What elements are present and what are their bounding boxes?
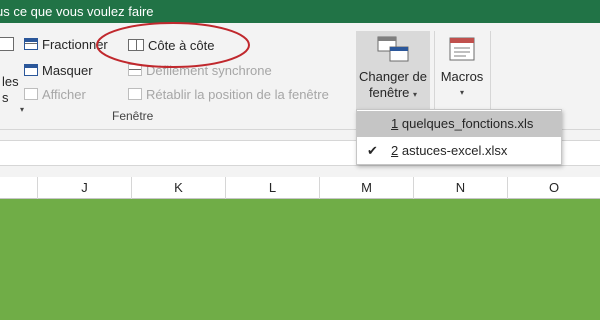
chevron-down-icon: ▾ — [459, 88, 464, 97]
column-header[interactable]: K — [132, 177, 226, 199]
menu-item-window-2[interactable]: ✔ 2 astuces-excel.xlsx — [357, 138, 561, 164]
checkmark-icon: ✔ — [367, 143, 378, 158]
afficher-label: Afficher — [42, 86, 86, 102]
switch-windows-icon — [377, 36, 409, 62]
hide-window-icon — [24, 64, 38, 76]
menu-item-number: 1 — [391, 116, 399, 131]
reset-window-position-icon — [128, 88, 142, 100]
cote-a-cote-button[interactable]: Côte à côte — [128, 35, 215, 55]
defilement-label: Défilement synchrone — [146, 62, 272, 78]
tell-me-text: us ce que vous voulez faire — [0, 4, 154, 19]
changer-de-fenetre-button[interactable]: Changer de fenêtre ▾ — [356, 31, 430, 109]
column-header[interactable]: M — [320, 177, 414, 199]
column-header[interactable]: L — [226, 177, 320, 199]
changer-label-line1: Changer de — [359, 69, 427, 84]
synchronous-scrolling-icon — [128, 64, 142, 76]
chevron-down-icon: ▾ — [413, 90, 418, 99]
masquer-label: Masquer — [42, 62, 93, 78]
menu-item-number: 2 — [391, 143, 399, 158]
menu-item-label: quelques_fonctions.xls — [401, 116, 534, 131]
column-headers: J K L M N O — [0, 177, 600, 199]
group-label-fenetre: Fenêtre — [112, 109, 154, 123]
macros-button[interactable]: Macros ▾ — [438, 31, 486, 109]
menu-item-label: astuces-excel.xlsx — [401, 143, 508, 158]
tell-me-bar[interactable]: us ce que vous voulez faire — [0, 0, 600, 23]
switch-window-menu: 1 quelques_fonctions.xls ✔ 2 astuces-exc… — [356, 109, 562, 165]
unhide-window-icon — [24, 88, 38, 100]
worksheet-area[interactable] — [0, 199, 600, 320]
macros-label: Macros — [440, 69, 484, 84]
menu-item-window-1[interactable]: 1 quelques_fonctions.xls — [357, 111, 561, 137]
chevron-down-icon: ▾ — [20, 105, 25, 114]
column-header[interactable]: J — [38, 177, 132, 199]
new-window-icon[interactable] — [0, 37, 14, 51]
column-header-partial[interactable] — [0, 177, 38, 199]
afficher-button[interactable]: Afficher — [24, 84, 86, 104]
retablir-label: Rétablir la position de la fenêtre — [146, 86, 329, 102]
defilement-synchrone-button[interactable]: Défilement synchrone — [128, 60, 272, 80]
fractionner-button[interactable]: Fractionner — [24, 34, 108, 54]
side-by-side-icon — [128, 39, 144, 51]
freeze-panes-label[interactable]: s — [2, 90, 9, 105]
macros-icon — [449, 37, 475, 61]
column-header[interactable]: O — [508, 177, 600, 199]
changer-label-line2: fenêtre — [368, 85, 410, 100]
retablir-position-button[interactable]: Rétablir la position de la fenêtre — [128, 84, 329, 104]
split-icon — [24, 38, 38, 50]
arrange-all-label[interactable]: les — [2, 74, 19, 89]
masquer-button[interactable]: Masquer — [24, 60, 93, 80]
cote-a-cote-label: Côte à côte — [148, 37, 215, 53]
column-header[interactable]: N — [414, 177, 508, 199]
fractionner-label: Fractionner — [42, 36, 108, 52]
